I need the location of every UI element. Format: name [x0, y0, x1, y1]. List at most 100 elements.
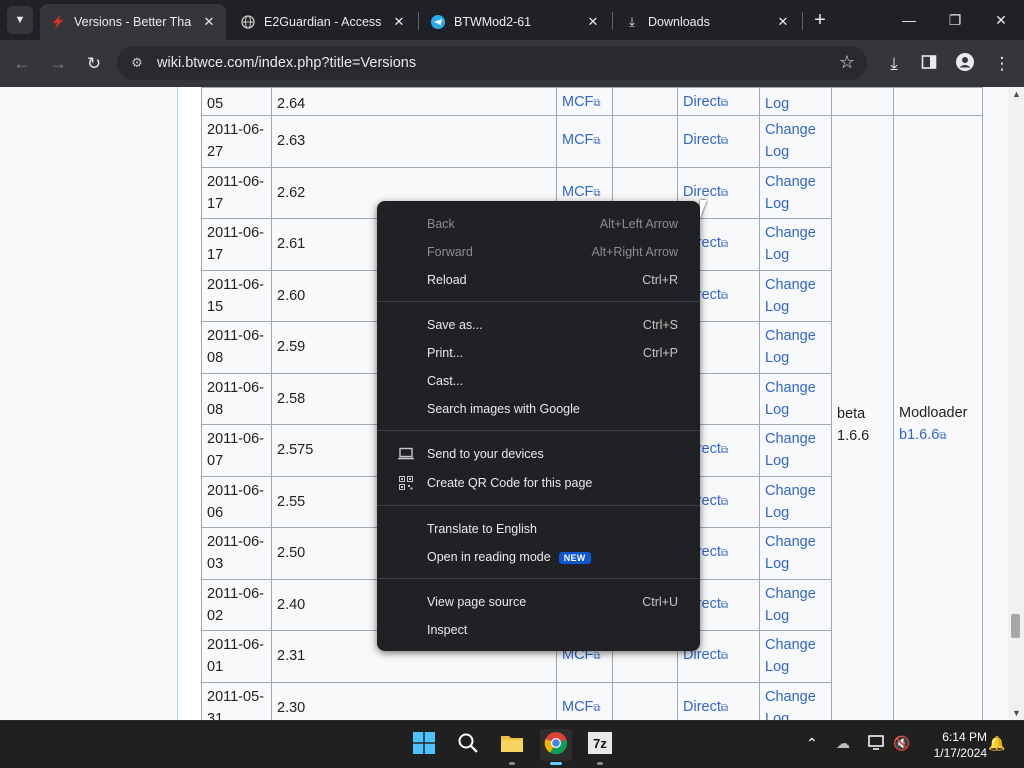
system-clock[interactable]: 6:14 PM 1/17/2024: [917, 729, 987, 761]
changelog-link[interactable]: Change: [765, 483, 816, 499]
changelog-link[interactable]: Log: [765, 608, 789, 624]
changelog-link[interactable]: Change: [765, 689, 816, 705]
changelog-link[interactable]: Log: [765, 453, 789, 469]
changelog-link[interactable]: Change: [765, 225, 816, 241]
changelog-link[interactable]: Log: [765, 711, 789, 720]
search-button[interactable]: [452, 729, 484, 761]
running-indicator: [509, 762, 515, 765]
close-tab-icon[interactable]: ✕: [774, 13, 792, 31]
direct-link[interactable]: Direct: [683, 132, 721, 148]
direct-link[interactable]: Direct: [683, 184, 721, 200]
menu-item-save-as[interactable]: Save as... Ctrl+S: [377, 311, 700, 339]
site-info-icon[interactable]: ⚙: [117, 55, 157, 71]
changelog-link[interactable]: Log: [765, 96, 789, 112]
notification-bell-icon[interactable]: 🔔: [988, 735, 1005, 752]
changelog-link[interactable]: Change: [765, 277, 816, 293]
minecraft-version: 1.6.6: [837, 427, 870, 444]
file-explorer-button[interactable]: [496, 729, 528, 765]
bookmark-star-icon[interactable]: ☆: [839, 52, 855, 73]
scrollbar-thumb[interactable]: [1011, 614, 1020, 638]
reload-button[interactable]: ↻: [81, 51, 107, 77]
new-badge: NEW: [558, 552, 591, 564]
changelog-link[interactable]: Log: [765, 505, 789, 521]
forward-button[interactable]: →: [45, 51, 71, 77]
downloads-button[interactable]: ⤓: [881, 51, 907, 77]
mcf-link[interactable]: MCF: [562, 132, 593, 148]
menu-item-reload[interactable]: Reload Ctrl+R: [377, 266, 700, 294]
tab-divider: [418, 12, 419, 30]
changelog-link[interactable]: Change: [765, 122, 816, 138]
mcf-link[interactable]: MCF: [562, 699, 593, 715]
changelog-link[interactable]: Log: [765, 659, 789, 675]
restore-button[interactable]: ❐: [932, 0, 978, 40]
tab-title: Downloads: [648, 15, 710, 29]
menu-item-create-qr[interactable]: Create QR Code for this page: [377, 469, 700, 497]
date-cell: 2011-05-: [207, 688, 264, 705]
display-icon[interactable]: [868, 735, 886, 754]
direct-link[interactable]: Direct: [683, 94, 721, 110]
menu-item-cast[interactable]: Cast...: [377, 367, 700, 395]
changelog-link[interactable]: Log: [765, 144, 789, 160]
mouse-cursor: [700, 200, 714, 218]
tab-title: BTWMod2-61: [454, 15, 532, 29]
version-cell: 2.575: [277, 442, 314, 459]
scroll-up-icon[interactable]: ▲: [1012, 89, 1021, 99]
close-tab-icon[interactable]: ✕: [390, 13, 408, 31]
menu-item-send-to-devices[interactable]: Send to your devices: [377, 440, 700, 468]
date-cell: 2011-06-: [207, 637, 264, 654]
new-tab-button[interactable]: +: [809, 8, 831, 32]
menu-item-translate[interactable]: Translate to English: [377, 515, 700, 543]
tray-overflow-chevron-icon[interactable]: ⌃: [806, 735, 818, 752]
menu-item-print[interactable]: Print... Ctrl+P: [377, 339, 700, 367]
changelog-link[interactable]: Log: [765, 350, 789, 366]
modloader-link[interactable]: b1.6.6: [899, 427, 939, 443]
date-cell: 31: [207, 710, 224, 720]
direct-link[interactable]: Direct: [683, 699, 721, 715]
tab-e2guardian[interactable]: E2Guardian - Access Denied ✕: [230, 4, 416, 40]
changelog-link[interactable]: Change: [765, 380, 816, 396]
date-cell: 2011-06-: [207, 173, 264, 190]
changelog-link[interactable]: Log: [765, 556, 789, 572]
chrome-taskbar-button[interactable]: [540, 729, 572, 765]
minimize-button[interactable]: —: [886, 0, 932, 40]
menu-item-reading-mode[interactable]: Open in reading mode NEW: [377, 543, 700, 571]
close-tab-icon[interactable]: ✕: [200, 13, 218, 31]
changelog-link[interactable]: Change: [765, 174, 816, 190]
volume-muted-icon[interactable]: 🔇: [893, 735, 910, 752]
mcf-link[interactable]: MCF: [562, 94, 593, 110]
changelog-link[interactable]: Change: [765, 637, 816, 653]
changelog-link[interactable]: Log: [765, 402, 789, 418]
tab-versions[interactable]: Versions - Better Than Wolves ✕: [40, 4, 226, 40]
menu-item-view-source[interactable]: View page source Ctrl+U: [377, 588, 700, 616]
changelog-link[interactable]: Log: [765, 299, 789, 315]
browser-menu-button[interactable]: ⋮: [989, 51, 1015, 77]
side-panel-button[interactable]: [916, 51, 942, 77]
mcf-link[interactable]: MCF: [562, 184, 593, 200]
page-scrollbar[interactable]: ▲ ▼: [1008, 87, 1024, 720]
changelog-link[interactable]: Log: [765, 247, 789, 263]
date-cell: 2011-06-: [207, 122, 264, 139]
changelog-link[interactable]: Change: [765, 431, 816, 447]
start-button[interactable]: [408, 729, 440, 761]
external-link-icon: ⧉: [720, 187, 729, 199]
back-button[interactable]: ←: [9, 51, 35, 77]
scroll-down-icon[interactable]: ▼: [1012, 708, 1021, 718]
tab-btwmod[interactable]: BTWMod2-61 ✕: [420, 4, 610, 40]
tab-search-button[interactable]: ▼: [7, 6, 33, 34]
qr-code-icon: [398, 475, 414, 491]
7zip-button[interactable]: 7z: [584, 729, 616, 765]
address-bar[interactable]: ⚙ wiki.btwce.com/index.php?title=Version…: [117, 46, 867, 80]
tab-downloads[interactable]: ⤓ Downloads ✕: [614, 4, 800, 40]
profile-button[interactable]: [952, 51, 978, 77]
menu-item-search-images[interactable]: Search images with Google: [377, 395, 700, 423]
menu-item-back[interactable]: Back Alt+Left Arrow: [377, 210, 700, 238]
close-window-button[interactable]: ✕: [978, 0, 1024, 40]
changelog-link[interactable]: Change: [765, 328, 816, 344]
changelog-link[interactable]: Log: [765, 196, 789, 212]
menu-item-forward[interactable]: Forward Alt+Right Arrow: [377, 238, 700, 266]
close-tab-icon[interactable]: ✕: [584, 13, 602, 31]
changelog-link[interactable]: Change: [765, 534, 816, 550]
changelog-link[interactable]: Change: [765, 586, 816, 602]
menu-item-inspect[interactable]: Inspect: [377, 616, 700, 644]
cloud-offline-icon[interactable]: ☁: [836, 735, 850, 752]
